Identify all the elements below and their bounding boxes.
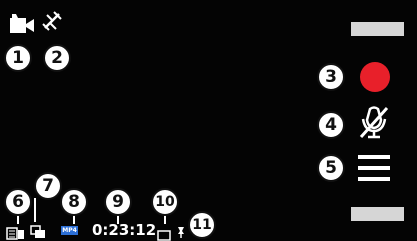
record-icon[interactable] — [359, 61, 391, 97]
callout-8: 8 — [60, 188, 88, 216]
callout-7-leader — [34, 198, 36, 222]
video-camera-icon — [8, 11, 36, 39]
camcorder-viewfinder: 1 2 3 4 5 6 7 8 9 10 11 MP4 0:23:12 — [0, 0, 417, 241]
callout-3: 3 — [317, 63, 345, 91]
callout-4: 4 — [317, 111, 345, 139]
recording-time: 0:23:12 — [92, 221, 157, 239]
format-badge: MP4 — [61, 226, 78, 235]
menu-line — [358, 166, 390, 170]
callout-10: 10 — [151, 188, 179, 216]
callout-11: 11 — [188, 211, 216, 239]
memory-card-icon — [6, 225, 26, 241]
callout-7: 7 — [34, 172, 62, 200]
microphone-muted-icon[interactable] — [358, 106, 390, 144]
callout-5: 5 — [317, 154, 345, 182]
callout-6: 6 — [4, 188, 32, 216]
gps-off-icon — [40, 9, 64, 37]
top-slot — [351, 22, 404, 36]
bottom-slot — [351, 207, 404, 221]
menu-line — [358, 177, 390, 181]
callout-1: 1 — [4, 44, 32, 72]
stabilization-icon — [30, 224, 46, 241]
callout-9: 9 — [104, 188, 132, 216]
storage-location-icon — [176, 224, 186, 241]
menu-line — [358, 155, 390, 159]
menu-icon[interactable] — [358, 154, 390, 182]
callout-2: 2 — [43, 44, 71, 72]
geotag-icon — [157, 226, 171, 241]
